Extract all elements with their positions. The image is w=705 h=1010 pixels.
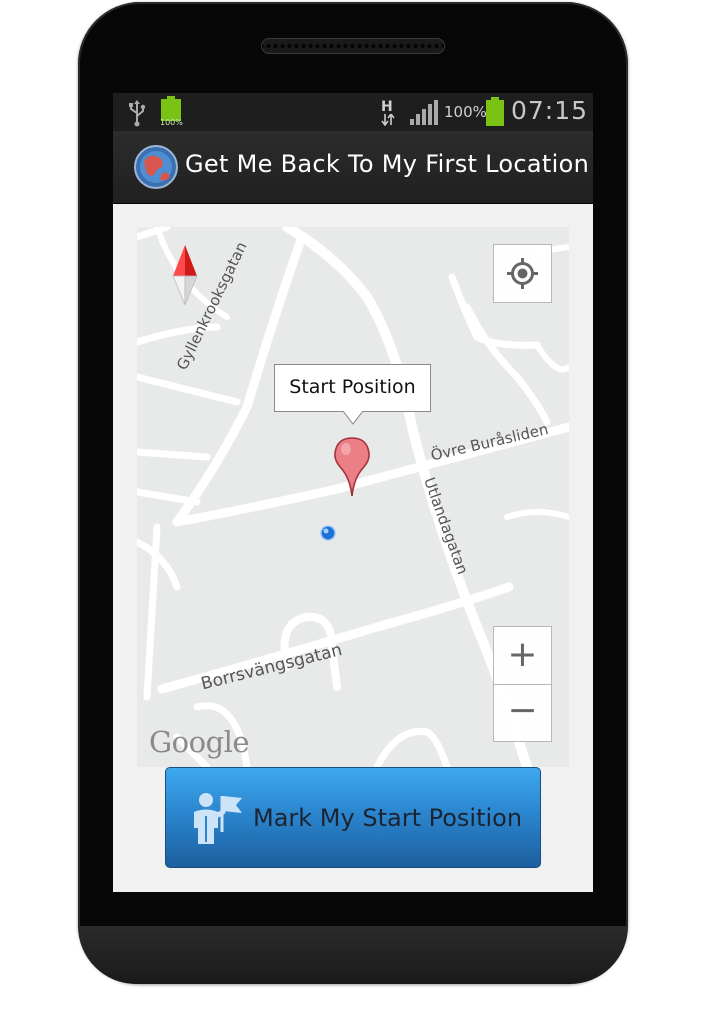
callout-pointer <box>343 411 363 425</box>
usb-icon <box>129 100 146 127</box>
zoom-in-button[interactable]: + <box>493 626 552 685</box>
google-logo: Google <box>149 725 250 759</box>
network-type-label: H <box>381 99 393 115</box>
mark-start-position-button[interactable]: Mark My Start Position <box>165 767 541 868</box>
battery-full-icon <box>486 97 504 126</box>
battery-small-label: 100% <box>160 118 183 127</box>
clock: 07:15 <box>511 96 589 125</box>
zoom-out-button[interactable]: − <box>493 684 552 742</box>
mark-start-position-label: Mark My Start Position <box>253 804 523 832</box>
current-location-dot <box>320 525 336 541</box>
my-location-button[interactable] <box>493 244 552 303</box>
map-marker-icon[interactable] <box>333 436 371 498</box>
phone-chin <box>78 926 628 984</box>
map-view[interactable]: Gyllenkrooksgatan Övre Buråsliden Utland… <box>137 227 569 767</box>
phone-speaker <box>261 38 445 54</box>
marker-info-window[interactable]: Start Position <box>274 364 431 412</box>
zoom-in-label: + <box>507 634 538 675</box>
app-title: Get Me Back To My First Location <box>185 150 590 178</box>
crosshair-icon <box>507 258 538 289</box>
globe-icon[interactable] <box>134 145 178 189</box>
zoom-out-label: − <box>507 690 538 731</box>
action-bar: Get Me Back To My First Location <box>113 131 593 204</box>
battery-percent-label: 100% <box>444 103 487 121</box>
signal-strength-icon <box>410 100 438 125</box>
status-bar: 100% H 100% 07:15 <box>113 93 593 131</box>
compass-icon[interactable] <box>171 245 199 307</box>
person-flag-icon <box>194 793 242 844</box>
screen: 100% H 100% 07:15 Get Me Back To My Firs… <box>113 93 593 892</box>
data-arrows-icon <box>381 114 395 126</box>
